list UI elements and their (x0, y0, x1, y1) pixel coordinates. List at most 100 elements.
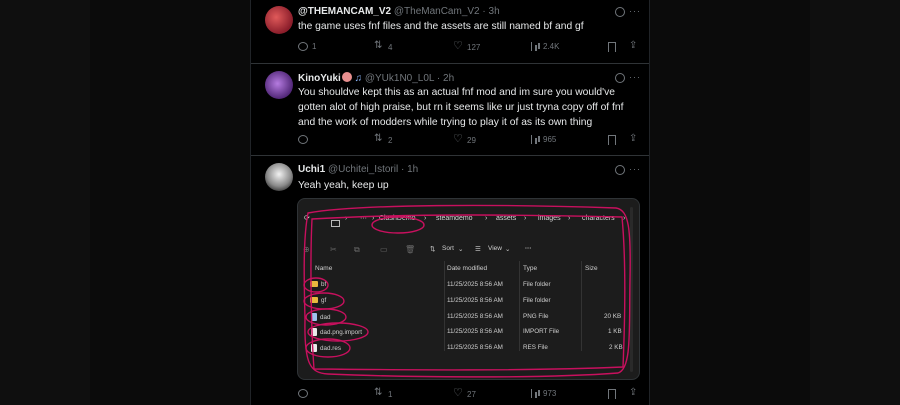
file-type: IMPORT File (523, 328, 560, 335)
repost-count: 4 (388, 42, 393, 52)
reply-button[interactable] (298, 389, 312, 398)
attached-image[interactable]: ⟳ › ··· › ClashDemo › steamdemo › assets… (297, 198, 640, 380)
chevron-down-icon: ⌄ (458, 246, 464, 253)
more-icon[interactable]: ··· (629, 164, 641, 174)
file-date: 11/25/2025 8:56 AM (447, 313, 503, 320)
cut-icon: ✂ (330, 245, 337, 254)
share-button[interactable] (629, 387, 639, 399)
sort-label: Sort (442, 245, 454, 252)
repost-count: 2 (388, 135, 393, 145)
col-date: Date modified (447, 265, 488, 272)
delete-icon: 🗑 (405, 245, 416, 254)
file-date: 11/25/2025 8:56 AM (447, 281, 503, 288)
avatar[interactable] (265, 6, 293, 34)
grok-icon[interactable] (615, 7, 625, 17)
avatar[interactable] (265, 163, 293, 191)
reply-count: 1 (312, 42, 317, 51)
like-count: 27 (467, 389, 476, 399)
scrollbar[interactable] (630, 207, 633, 372)
grok-icon[interactable] (615, 165, 625, 175)
chevron-right-icon: › (345, 215, 348, 222)
file-row: gf 11/25/2025 8:56 AM File folder (298, 294, 639, 308)
tweet-actions: 1 27 973 (298, 386, 643, 401)
file-type: RES File (523, 344, 548, 351)
folder-icon (310, 297, 318, 303)
like-button[interactable]: 29 (453, 132, 476, 145)
handle-time[interactable]: @TheManCam_V2 · 3h (394, 6, 500, 17)
breadcrumb-clashdemo: ClashDemo (379, 215, 416, 222)
handle-time[interactable]: @YUk1N0_L0L · 2h (365, 73, 454, 84)
handle-time[interactable]: @Uchitei_Istoril · 1h (328, 164, 418, 175)
like-count: 29 (467, 135, 476, 145)
breadcrumb-images: images (538, 215, 561, 222)
share-button[interactable] (629, 40, 639, 52)
file-type: File folder (523, 297, 551, 304)
repost-icon (374, 387, 384, 399)
emoji-icon (341, 72, 352, 82)
like-button[interactable]: 27 (453, 386, 476, 399)
repost-button[interactable]: 2 (374, 133, 393, 145)
chevron-right-icon: › (372, 215, 375, 222)
like-button[interactable]: 127 (453, 39, 481, 52)
display-name[interactable]: KinoYuki (298, 73, 341, 84)
chevron-right-icon: › (485, 215, 488, 222)
explorer-toolbar: ⊕ ✂ ⧉ ▭ 🗑 ⇅ Sort ⌄ ☰ View ⌄ ··· (298, 243, 639, 257)
left-backdrop (0, 0, 90, 405)
col-size: Size (585, 265, 598, 272)
views-button[interactable]: 2.4K (531, 42, 559, 51)
tweet-header: @THEMANCAM_V2 @TheManCam_V2 · 3h (298, 6, 500, 17)
share-button[interactable] (629, 133, 639, 145)
path-ellipsis: ··· (360, 215, 367, 222)
more-icon: ··· (525, 245, 532, 252)
reply-icon (298, 389, 308, 398)
view-icon: ☰ (475, 246, 481, 253)
like-count: 127 (467, 42, 481, 52)
breadcrumb-assets: assets (496, 215, 517, 222)
bookmark-button[interactable] (608, 135, 616, 145)
reply-button[interactable] (298, 135, 312, 144)
col-name: Name (315, 265, 333, 272)
reply-icon (298, 42, 308, 51)
file-name: dad (311, 313, 331, 321)
chevron-down-icon: ⌄ (505, 246, 511, 253)
tweet[interactable]: KinoYuki ♫ @YUk1N0_L0L · 2h ··· You shou… (251, 64, 649, 156)
display-name[interactable]: Uchi1 (298, 164, 325, 175)
heart-icon (453, 132, 463, 145)
more-icon[interactable]: ··· (629, 72, 641, 82)
views-button[interactable]: 973 (531, 389, 556, 398)
chevron-right-icon: › (623, 215, 626, 222)
bookmark-button[interactable] (608, 42, 616, 52)
tweet-header: KinoYuki ♫ @YUk1N0_L0L · 2h (298, 72, 454, 84)
repost-button[interactable]: 1 (374, 387, 393, 399)
file-type: PNG File (523, 313, 549, 320)
view-count: 965 (543, 135, 557, 144)
music-note-icon: ♫ (354, 73, 363, 84)
tweet-actions: 2 29 965 (298, 132, 643, 147)
view-count: 973 (543, 389, 557, 398)
views-button[interactable]: 965 (531, 135, 556, 144)
file-icon (311, 344, 317, 352)
breadcrumb-characters: characters (582, 215, 615, 222)
file-size: 1 KB (608, 328, 622, 335)
heart-icon (453, 39, 463, 52)
tweet-text: the game uses fnf files and the assets a… (298, 21, 584, 32)
breadcrumb-steamdemo: steamdemo (436, 215, 473, 222)
file-type: File folder (523, 281, 551, 288)
display-name[interactable]: @THEMANCAM_V2 (298, 6, 391, 17)
tweet[interactable]: @THEMANCAM_V2 @TheManCam_V2 · 3h ··· the… (251, 0, 649, 64)
chevron-right-icon: › (424, 215, 427, 222)
col-type: Type (523, 265, 538, 272)
repost-button[interactable]: 4 (374, 40, 393, 52)
bookmark-button[interactable] (608, 389, 616, 399)
file-date: 11/25/2025 8:56 AM (447, 328, 503, 335)
avatar[interactable] (265, 71, 293, 99)
grok-icon[interactable] (615, 73, 625, 83)
sort-icon: ⇅ (430, 246, 436, 253)
address-bar: ⟳ › ··· › ClashDemo › steamdemo › assets… (298, 210, 639, 230)
reply-button[interactable]: 1 (298, 42, 316, 51)
chevron-right-icon: › (568, 215, 571, 222)
more-icon[interactable]: ··· (629, 6, 641, 16)
tweet-text: Yeah yeah, keep up (298, 180, 389, 191)
repost-count: 1 (388, 389, 393, 399)
column-headers: Name Date modified Type Size (298, 263, 639, 275)
